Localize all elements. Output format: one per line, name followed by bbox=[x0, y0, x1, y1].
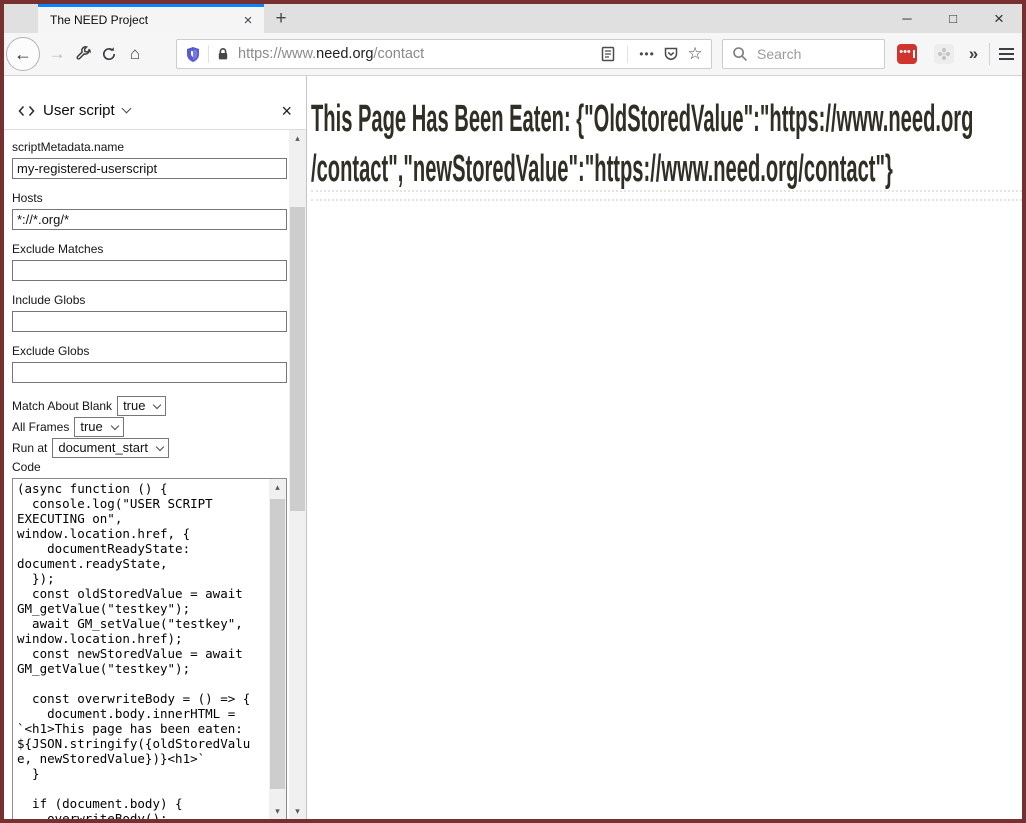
all-frames-select[interactable]: true bbox=[74, 417, 123, 437]
all-frames-value: true bbox=[80, 419, 102, 434]
hamburger-icon bbox=[999, 48, 1014, 50]
sidebar-form: scriptMetadata.name Hosts Exclude Matche… bbox=[4, 130, 306, 819]
exclude-matches-label: Exclude Matches bbox=[12, 242, 287, 257]
hosts-input[interactable] bbox=[12, 209, 287, 230]
content-area: User script × scriptMetadata.name Hosts … bbox=[4, 76, 1022, 819]
reader-view-button[interactable] bbox=[596, 41, 620, 67]
page-content: This Page Has Been Eaten: {"OldStoredVal… bbox=[307, 76, 1022, 819]
tools-wrench-button[interactable] bbox=[70, 40, 96, 68]
forward-button[interactable]: → bbox=[44, 40, 70, 68]
titlebar-drag-space bbox=[4, 4, 38, 33]
scroll-up-icon[interactable]: ▴ bbox=[269, 479, 286, 495]
dotted-divider bbox=[311, 199, 1022, 201]
toolbar-separator bbox=[989, 43, 990, 65]
include-globs-label: Include Globs bbox=[12, 293, 287, 308]
page-actions-button[interactable]: ••• bbox=[635, 41, 659, 67]
match-about-blank-label: Match About Blank bbox=[12, 399, 112, 413]
exclude-matches-input[interactable] bbox=[12, 260, 287, 281]
url-bar[interactable]: https://www.need.org/contact ••• ☆ bbox=[176, 39, 712, 69]
all-frames-label: All Frames bbox=[12, 420, 69, 434]
lastpass-bar bbox=[913, 50, 915, 58]
window-minimize-button[interactable]: ─ bbox=[884, 4, 930, 33]
scroll-down-icon[interactable]: ▾ bbox=[269, 803, 286, 819]
urlbar-divider-2 bbox=[627, 45, 628, 63]
tab-the-need-project[interactable]: The NEED Project × bbox=[38, 4, 264, 33]
overflow-menu-button[interactable]: » bbox=[964, 44, 981, 64]
titlebar-spacer bbox=[298, 4, 884, 33]
sidebar-header: User script × bbox=[4, 76, 306, 130]
chevron-down-icon bbox=[153, 400, 161, 408]
back-button[interactable]: ← bbox=[6, 37, 40, 71]
exclude-globs-input[interactable] bbox=[12, 362, 287, 383]
navigation-toolbar: ← → ⌂ https://www.need.org/contact bbox=[4, 33, 1022, 76]
code-editor-text: (async function () { console.log("USER S… bbox=[17, 481, 266, 819]
chevron-down-icon[interactable] bbox=[121, 104, 131, 114]
code-icon bbox=[18, 104, 35, 118]
match-about-blank-select[interactable]: true bbox=[117, 396, 166, 416]
url-domain: need.org bbox=[316, 46, 373, 62]
code-editor-scrollbar[interactable]: ▴ ▾ bbox=[269, 479, 286, 819]
url-scheme: https://www. bbox=[238, 46, 316, 62]
sidebar-title: User script bbox=[43, 102, 115, 119]
run-at-select[interactable]: document_start bbox=[52, 438, 169, 458]
hosts-label: Hosts bbox=[12, 191, 287, 206]
urlbar-divider bbox=[208, 45, 209, 63]
new-tab-button[interactable]: + bbox=[264, 4, 298, 33]
chevron-down-icon bbox=[156, 442, 164, 450]
code-label: Code bbox=[12, 460, 287, 475]
sidebar-scrollbar[interactable]: ▴ ▾ bbox=[289, 130, 306, 819]
home-button[interactable]: ⌂ bbox=[122, 40, 148, 68]
tab-close-icon[interactable]: × bbox=[238, 10, 258, 30]
url-text[interactable]: https://www.need.org/contact bbox=[238, 46, 596, 62]
window-close-button[interactable]: × bbox=[976, 4, 1022, 33]
search-bar[interactable]: Search bbox=[722, 39, 885, 69]
run-at-label: Run at bbox=[12, 441, 47, 455]
app-menu-button[interactable] bbox=[998, 40, 1016, 68]
reload-button[interactable] bbox=[96, 40, 122, 68]
code-scrollbar-thumb[interactable] bbox=[270, 499, 285, 789]
reload-icon bbox=[101, 46, 117, 62]
window-maximize-button[interactable]: □ bbox=[930, 4, 976, 33]
include-globs-input[interactable] bbox=[12, 311, 287, 332]
tab-strip: The NEED Project × + ─ □ × bbox=[4, 4, 1022, 33]
lock-icon[interactable] bbox=[216, 47, 230, 62]
disabled-extension-icon[interactable] bbox=[934, 44, 954, 64]
wrench-icon bbox=[75, 46, 91, 62]
name-label: scriptMetadata.name bbox=[12, 140, 287, 155]
userscript-sidebar: User script × scriptMetadata.name Hosts … bbox=[4, 76, 307, 819]
pocket-button[interactable] bbox=[659, 41, 683, 67]
browser-window: The NEED Project × + ─ □ × ← → ⌂ bbox=[0, 0, 1026, 823]
code-editor[interactable]: (async function () { console.log("USER S… bbox=[12, 478, 287, 819]
sidebar-scrollbar-thumb[interactable] bbox=[290, 207, 305, 511]
name-input[interactable] bbox=[12, 158, 287, 179]
url-path: /contact bbox=[373, 46, 424, 62]
page-heading: This Page Has Been Eaten: {"OldStoredVal… bbox=[311, 94, 1022, 194]
lastpass-dots: ••• bbox=[899, 47, 911, 58]
run-at-value: document_start bbox=[58, 440, 148, 455]
match-about-blank-value: true bbox=[123, 398, 145, 413]
tab-title: The NEED Project bbox=[50, 13, 238, 27]
chevron-down-icon bbox=[111, 421, 119, 429]
search-icon bbox=[732, 46, 748, 62]
bookmark-star-icon[interactable]: ☆ bbox=[683, 41, 707, 67]
scroll-up-icon[interactable]: ▴ bbox=[289, 130, 306, 146]
scroll-down-icon[interactable]: ▾ bbox=[289, 803, 306, 819]
lastpass-extension-icon[interactable]: ••• bbox=[897, 44, 917, 64]
search-placeholder: Search bbox=[757, 46, 801, 62]
tracking-protection-shield-icon[interactable] bbox=[185, 46, 201, 63]
sidebar-close-button[interactable]: × bbox=[281, 102, 292, 120]
exclude-globs-label: Exclude Globs bbox=[12, 344, 287, 359]
